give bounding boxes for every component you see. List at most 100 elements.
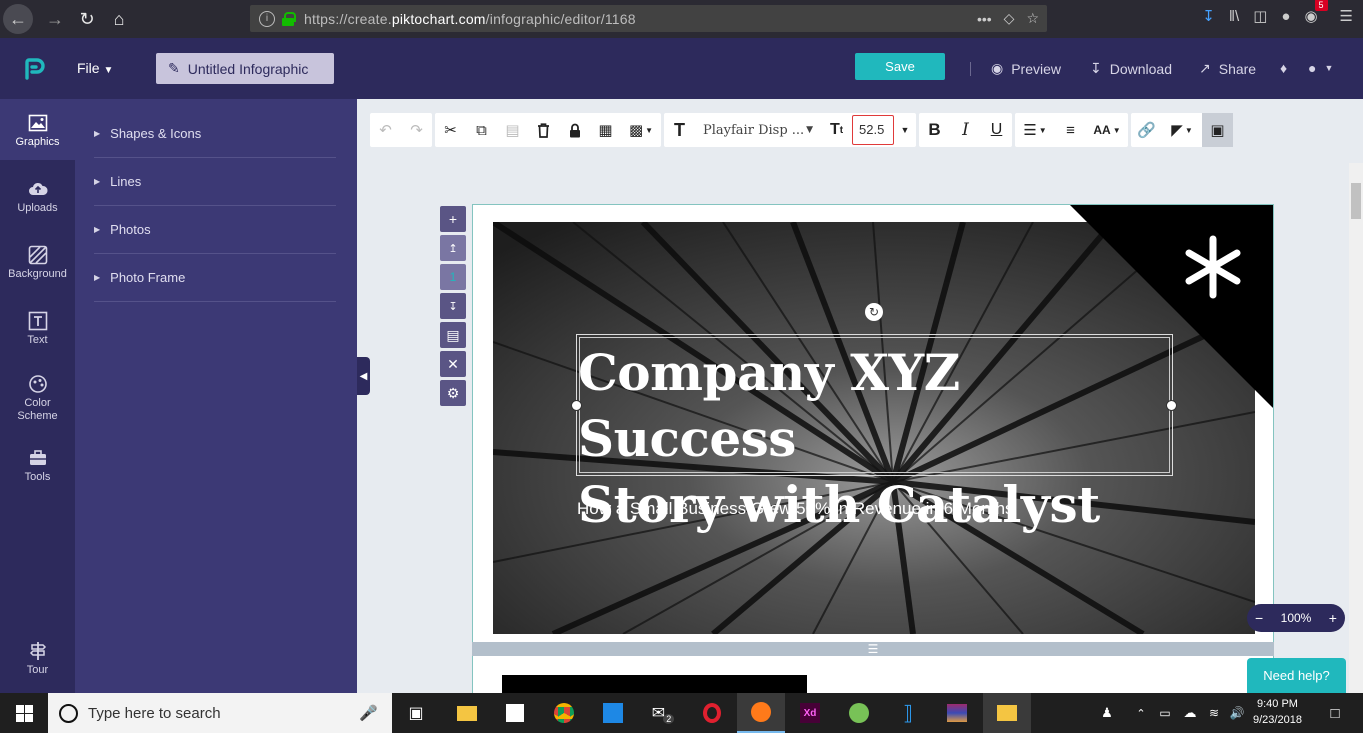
redo-icon[interactable]: ↷ (401, 113, 432, 147)
microphone-icon[interactable]: 🎤 (359, 704, 378, 722)
people-icon[interactable]: ♟ (1092, 698, 1122, 728)
block-resize-bar[interactable]: ☰ (472, 642, 1274, 656)
add-block-icon[interactable]: + (440, 206, 466, 232)
transparency-icon[interactable]: ▩ ▼ (621, 113, 661, 147)
bookmark-star-icon[interactable]: ☆ (1026, 10, 1039, 27)
forward-arrow-icon[interactable]: → (39, 3, 71, 35)
chrome-icon[interactable] (549, 698, 579, 728)
trash-icon[interactable] (528, 113, 559, 147)
extension-icon[interactable]: ● (1281, 8, 1290, 25)
next-block-preview (502, 675, 807, 693)
underline-icon[interactable]: U (981, 113, 1012, 147)
download-icon: ↧ (1090, 60, 1102, 76)
collapse-panel-button[interactable]: ◀ (357, 357, 370, 395)
lock-icon[interactable] (559, 113, 590, 147)
vertical-scrollbar[interactable] (1349, 163, 1363, 693)
link-icon[interactable]: 🔗 (1131, 113, 1162, 147)
delete-block-icon[interactable]: ✕ (440, 351, 466, 377)
doc-title-field[interactable]: ✎ Untitled Infographic (156, 53, 334, 84)
app-tile-icon[interactable] (598, 698, 628, 728)
notification-icon[interactable]: ◉ 5 (1304, 0, 1328, 25)
zoom-out-button[interactable]: − (1255, 610, 1263, 626)
font-size-dropdown[interactable]: ▼ (894, 113, 916, 147)
store-icon[interactable] (500, 698, 530, 728)
piktochart-logo[interactable] (23, 57, 47, 81)
action-center-icon[interactable]: □ (1320, 698, 1350, 728)
download-arrow-icon[interactable]: ↧ (1202, 7, 1215, 25)
bullet-list-icon[interactable]: ≡ (1055, 113, 1086, 147)
rail-color-scheme[interactable]: Color Scheme (0, 374, 75, 423)
paste-icon[interactable]: ▤ (497, 113, 528, 147)
effects-icon[interactable]: ◤ ▼ (1162, 113, 1202, 147)
bell-icon[interactable]: ♦ (1280, 60, 1287, 76)
pocket-icon[interactable]: ◇ (1004, 10, 1015, 27)
mail-icon[interactable]: ✉ 2 (648, 698, 678, 728)
cut-icon[interactable]: ✂ (435, 113, 466, 147)
arrange-icon[interactable]: ▣ (1202, 113, 1233, 147)
move-up-icon[interactable]: ↥ (440, 235, 466, 261)
address-bar[interactable]: i https://create.piktochart.com/infograp… (250, 5, 1047, 32)
windows-start-button[interactable] (0, 693, 48, 733)
home-icon[interactable]: ⌂ (103, 3, 135, 35)
panel-item-lines[interactable]: ▶ Lines (94, 158, 336, 206)
move-down-icon[interactable]: ↧ (440, 293, 466, 319)
library-icon[interactable]: ‖\ (1229, 8, 1239, 25)
download-button[interactable]: ↧ Download (1090, 60, 1172, 77)
zoom-in-button[interactable]: + (1329, 610, 1337, 626)
rail-tools[interactable]: Tools (0, 448, 75, 483)
system-clock[interactable]: 9:40 PM 9/23/2018 (1253, 696, 1302, 728)
rail-text[interactable]: Text (0, 311, 75, 346)
panel-item-shapes-icons[interactable]: ▶ Shapes & Icons (94, 110, 336, 158)
vscode-icon[interactable]: ⟧ (893, 698, 923, 728)
opera-icon[interactable] (697, 698, 727, 728)
letter-case-icon[interactable]: AA ▼ (1086, 113, 1128, 147)
fill-color-icon[interactable]: ▦ (590, 113, 621, 147)
taskbar-search[interactable]: Type here to search 🎤 (48, 693, 392, 733)
copy-icon[interactable]: ⧉ (466, 113, 497, 147)
save-button[interactable]: Save (855, 53, 945, 80)
browser-toolbar: ← → ↻ ⌂ i https://create.piktochart.com/… (0, 0, 1363, 38)
android-studio-icon[interactable] (844, 698, 874, 728)
rail-background[interactable]: Background (0, 245, 75, 280)
task-view-icon[interactable]: ▣ (401, 698, 431, 728)
adobe-xd-icon[interactable]: Xd (795, 698, 825, 728)
file-menu[interactable]: File ▼ (77, 60, 113, 76)
rail-tour[interactable]: Tour (0, 641, 75, 676)
align-left-icon[interactable]: ☰ ▼ (1015, 113, 1055, 147)
undo-icon[interactable]: ↶ (370, 113, 401, 147)
info-icon[interactable]: i (259, 10, 275, 27)
palette-icon (28, 375, 47, 393)
panel-item-photos[interactable]: ▶ Photos (94, 206, 336, 254)
preview-button[interactable]: ◉ Preview (991, 60, 1061, 77)
text-size-icon[interactable]: Tt (821, 113, 852, 147)
share-label: Share (1218, 60, 1257, 77)
onedrive-folder-icon[interactable] (983, 693, 1031, 733)
sidebar-icon[interactable]: ◫ (1253, 7, 1267, 25)
winrar-icon[interactable] (942, 698, 972, 728)
menu-icon[interactable]: ☰ (1340, 7, 1353, 25)
rail-graphics[interactable]: Graphics (0, 99, 75, 160)
text-type-icon[interactable]: T (664, 113, 695, 147)
hero-subtitle[interactable]: How a Small Business Grew 50% in Revenue… (577, 499, 1014, 519)
share-button[interactable]: ↗ Share (1199, 60, 1256, 77)
firefox-icon[interactable] (737, 693, 785, 733)
font-family-select[interactable]: Playfair Disp ... ▼ (695, 123, 821, 138)
block-settings-icon[interactable]: ⚙ (440, 380, 466, 406)
user-menu[interactable]: ● ▼ (1308, 60, 1333, 76)
rotate-handle-icon[interactable]: ↻ (865, 303, 883, 321)
scrollbar-thumb[interactable] (1351, 183, 1361, 219)
duplicate-block-icon[interactable]: ▤ (440, 322, 466, 348)
back-arrow-icon[interactable]: ← (3, 4, 33, 34)
rail-uploads[interactable]: Uploads (0, 179, 75, 214)
app-header: File ▼ ✎ Untitled Infographic Save ◉ Previ… (0, 38, 1363, 99)
volume-icon[interactable]: 🔊 (1222, 698, 1252, 728)
file-explorer-icon[interactable] (452, 698, 482, 728)
reload-icon[interactable]: ↻ (71, 3, 103, 35)
italic-icon[interactable]: I (950, 113, 981, 147)
page-actions-icon[interactable]: ••• (977, 11, 992, 27)
panel-item-photo-frame[interactable]: ▶ Photo Frame (94, 254, 336, 302)
bold-icon[interactable]: B (919, 113, 950, 147)
font-size-input[interactable]: 52.5 (852, 115, 894, 145)
need-help-button[interactable]: Need help? (1247, 658, 1346, 693)
caret-right-icon: ▶ (94, 129, 101, 138)
